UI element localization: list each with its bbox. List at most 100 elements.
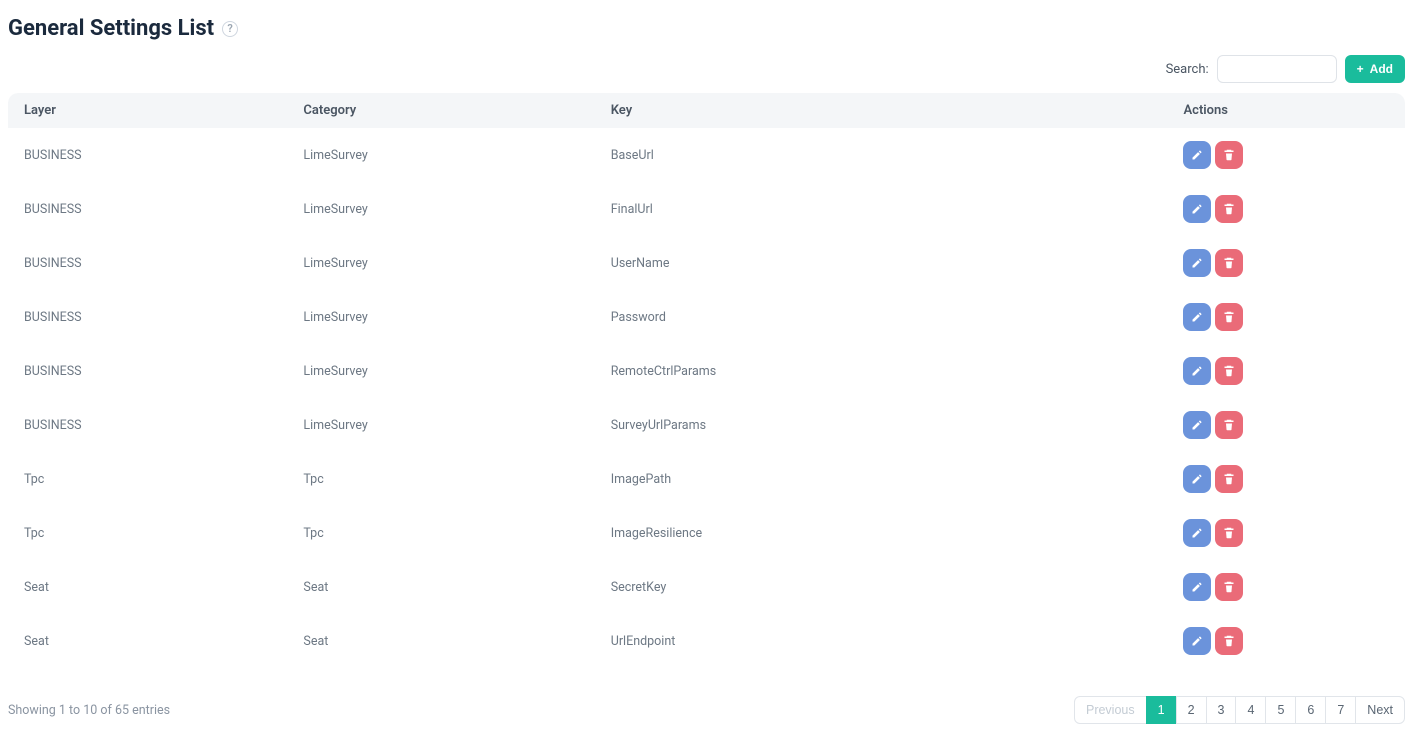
cell-key: BaseUrl [595,128,1168,182]
col-header-layer[interactable]: Layer [8,93,287,128]
delete-button[interactable] [1215,357,1243,385]
delete-button[interactable] [1215,411,1243,439]
trash-icon [1223,473,1235,485]
cell-key: SurveyUrlParams [595,398,1168,452]
delete-button[interactable] [1215,195,1243,223]
cell-key: UrlEndpoint [595,614,1168,668]
entries-info: Showing 1 to 10 of 65 entries [8,703,170,718]
edit-button[interactable] [1183,411,1211,439]
cell-category: LimeSurvey [287,290,594,344]
table-row: TpcTpcImageResilience [8,506,1405,560]
table-row: TpcTpcImagePath [8,452,1405,506]
trash-icon [1223,311,1235,323]
cell-category: Tpc [287,506,594,560]
edit-button[interactable] [1183,357,1211,385]
plus-icon: + [1357,62,1364,76]
table-row: SeatSeatUrlEndpoint [8,614,1405,668]
edit-icon [1191,473,1203,485]
edit-button[interactable] [1183,141,1211,169]
edit-icon [1191,257,1203,269]
trash-icon [1223,581,1235,593]
table-row: BUSINESSLimeSurveySurveyUrlParams [8,398,1405,452]
cell-key: ImageResilience [595,506,1168,560]
cell-category: Tpc [287,452,594,506]
cell-actions [1167,614,1405,668]
col-header-actions: Actions [1167,93,1405,128]
cell-key: FinalUrl [595,182,1168,236]
delete-button[interactable] [1215,249,1243,277]
trash-icon [1223,203,1235,215]
cell-key: RemoteCtrlParams [595,344,1168,398]
help-icon[interactable]: ? [222,21,238,37]
edit-icon [1191,311,1203,323]
table-row: BUSINESSLimeSurveyFinalUrl [8,182,1405,236]
edit-button[interactable] [1183,519,1211,547]
page-1[interactable]: 1 [1146,696,1177,724]
page-next[interactable]: Next [1355,696,1405,724]
page-heading: General Settings List ? [8,16,1405,41]
cell-category: LimeSurvey [287,344,594,398]
cell-actions [1167,236,1405,290]
cell-actions [1167,452,1405,506]
page-3[interactable]: 3 [1206,696,1237,724]
cell-layer: Tpc [8,452,287,506]
edit-button[interactable] [1183,465,1211,493]
col-header-key[interactable]: Key [595,93,1168,128]
cell-actions [1167,506,1405,560]
cell-category: LimeSurvey [287,236,594,290]
cell-key: Password [595,290,1168,344]
cell-key: UserName [595,236,1168,290]
page-6[interactable]: 6 [1295,696,1326,724]
edit-button[interactable] [1183,303,1211,331]
edit-icon [1191,581,1203,593]
delete-button[interactable] [1215,519,1243,547]
trash-icon [1223,365,1235,377]
delete-button[interactable] [1215,303,1243,331]
cell-layer: BUSINESS [8,236,287,290]
edit-button[interactable] [1183,573,1211,601]
delete-button[interactable] [1215,573,1243,601]
pagination: Previous1234567Next [1075,696,1405,724]
table-footer: Showing 1 to 10 of 65 entries Previous12… [8,696,1405,724]
page-5[interactable]: 5 [1265,696,1296,724]
cell-actions [1167,128,1405,182]
cell-actions [1167,182,1405,236]
cell-layer: BUSINESS [8,290,287,344]
cell-category: Seat [287,614,594,668]
page-4[interactable]: 4 [1235,696,1266,724]
cell-layer: Seat [8,614,287,668]
add-button[interactable]: + Add [1345,55,1405,83]
table-row: BUSINESSLimeSurveyRemoteCtrlParams [8,344,1405,398]
table-row: BUSINESSLimeSurveyBaseUrl [8,128,1405,182]
delete-button[interactable] [1215,141,1243,169]
cell-category: LimeSurvey [287,398,594,452]
cell-actions [1167,290,1405,344]
toolbar: Search: + Add [8,55,1405,83]
search-input[interactable] [1217,55,1337,83]
edit-icon [1191,149,1203,161]
settings-table: Layer Category Key Actions BUSINESSLimeS… [8,93,1405,668]
table-row: BUSINESSLimeSurveyPassword [8,290,1405,344]
edit-button[interactable] [1183,627,1211,655]
cell-actions [1167,344,1405,398]
settings-table-card: Layer Category Key Actions BUSINESSLimeS… [8,93,1405,668]
table-row: BUSINESSLimeSurveyUserName [8,236,1405,290]
page-7[interactable]: 7 [1325,696,1356,724]
delete-button[interactable] [1215,627,1243,655]
page-2[interactable]: 2 [1176,696,1207,724]
cell-layer: BUSINESS [8,128,287,182]
edit-button[interactable] [1183,249,1211,277]
trash-icon [1223,635,1235,647]
edit-icon [1191,635,1203,647]
edit-button[interactable] [1183,195,1211,223]
search-label: Search: [1166,62,1209,77]
col-header-category[interactable]: Category [287,93,594,128]
trash-icon [1223,149,1235,161]
trash-icon [1223,257,1235,269]
cell-layer: BUSINESS [8,344,287,398]
cell-layer: BUSINESS [8,182,287,236]
edit-icon [1191,203,1203,215]
cell-actions [1167,398,1405,452]
delete-button[interactable] [1215,465,1243,493]
cell-layer: BUSINESS [8,398,287,452]
